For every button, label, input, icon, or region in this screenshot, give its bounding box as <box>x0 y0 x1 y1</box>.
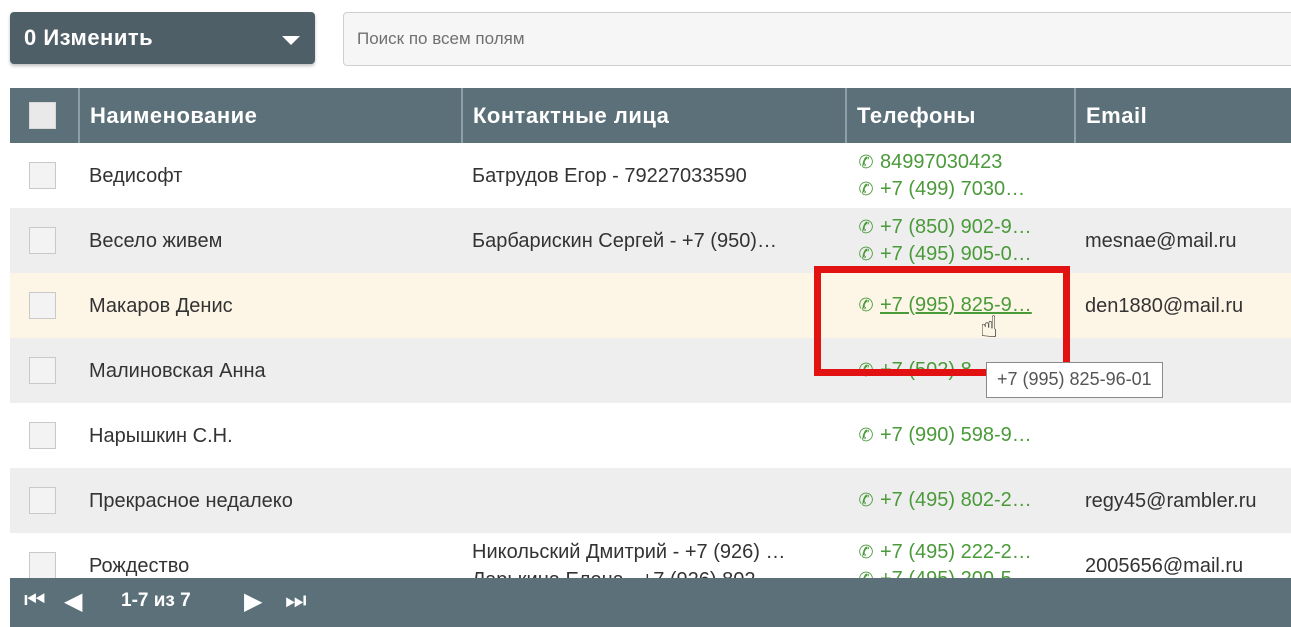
phone-entry: ✆ 84997030423 <box>856 149 1065 176</box>
bulk-edit-label: 0 Изменить <box>24 25 154 50</box>
phone-link[interactable]: +7 (495) 905-0… <box>880 243 1032 265</box>
name-cell: Весело живем <box>89 229 223 252</box>
row-checkbox[interactable] <box>29 487 56 515</box>
phone-icon: ✆ <box>858 541 874 562</box>
column-header-name[interactable]: Наименование <box>79 88 463 143</box>
column-header-phones[interactable]: Телефоны <box>846 88 1076 143</box>
row-select-cell <box>10 143 79 208</box>
table-row[interactable]: Весело живем Барбарискин Сергей - +7 (950… <box>10 208 1291 273</box>
phone-link[interactable]: +7 (499) 7030… <box>880 178 1025 200</box>
row-select-cell <box>10 403 79 468</box>
phone-entry: ✆ +7 (495) 222-2… <box>856 539 1065 566</box>
pagination-bar: ⏮ ◀ 1-7 из 7 ▶ ⏭ <box>10 578 1291 627</box>
phone-link[interactable]: +7 (495) 222-2… <box>880 541 1032 563</box>
table-row[interactable]: Прекрасное недалеко ✆ +7 (495) 802-2… regy4… <box>10 468 1291 533</box>
phone-link[interactable]: +7 (495) 802-2… <box>880 489 1032 511</box>
phone-entry: ✆ +7 (499) 7030… <box>856 176 1065 203</box>
row-checkbox[interactable] <box>29 357 56 385</box>
phone-tooltip: +7 (995) 825-96-01 <box>986 362 1163 398</box>
name-cell: Макаров Денис <box>89 294 233 317</box>
contacts-cell <box>462 468 846 533</box>
phone-entry: ✆ +7 (990) 598-9… <box>856 422 1065 449</box>
bulk-edit-dropdown-button[interactable]: 0 Изменить <box>10 12 315 64</box>
name-cell: Нарышкин С.Н. <box>89 424 233 447</box>
phone-icon: ✆ <box>858 216 874 237</box>
phone-link[interactable]: 84997030423 <box>880 151 1002 173</box>
hand-pointer-icon: ☝ <box>980 311 999 344</box>
contact-person: Барбарискин Сергей - +7 (950)… <box>472 229 777 252</box>
contact-person: Батрудов Егор - 79227033590 <box>472 164 747 187</box>
contact-person: Никольский Дмитрий - +7 (926) … <box>472 540 786 563</box>
name-cell: Прекрасное недалеко <box>89 489 293 512</box>
row-select-cell <box>10 273 79 338</box>
email-cell: den1880@mail.ru <box>1085 294 1244 317</box>
records-table: Наименование Контактные лица Телефоны Em… <box>10 88 1291 598</box>
column-header-email[interactable]: Email <box>1075 88 1291 143</box>
phone-entry: ✆ +7 (495) 905-0… <box>856 241 1065 268</box>
phone-icon: ✆ <box>858 243 874 264</box>
table-row[interactable]: Макаров Денис ✆ +7 (995) 825-9… den1880@mai… <box>10 273 1291 338</box>
table-row[interactable]: Нарышкин С.Н. ✆ +7 (990) 598-9… <box>10 403 1291 468</box>
email-cell <box>1075 143 1291 208</box>
email-cell: mesnae@mail.ru <box>1085 229 1237 252</box>
toolbar: 0 Изменить <box>0 0 1291 80</box>
phones-cell: ✆ +7 (850) 902-9… ✆ +7 (495) 905-0… <box>846 208 1075 273</box>
table-row[interactable]: Ведисофт Батрудов Егор - 79227033590 ✆ 8499… <box>10 143 1291 208</box>
phones-cell: ✆ 84997030423 ✆ +7 (499) 7030… <box>846 143 1075 208</box>
phone-entry: ✆ +7 (495) 802-2… <box>856 487 1065 514</box>
row-checkbox[interactable] <box>29 292 56 320</box>
phones-cell: ✆ +7 (495) 802-2… <box>846 468 1075 533</box>
contacts-cell: Барбарискин Сергей - +7 (950)… <box>462 208 846 273</box>
row-select-cell <box>10 468 79 533</box>
row-checkbox[interactable] <box>29 227 56 255</box>
column-header-contacts[interactable]: Контактные лица <box>462 88 847 143</box>
first-page-icon[interactable]: ⏮ <box>24 587 46 615</box>
email-cell: regy45@rambler.ru <box>1085 489 1257 512</box>
contacts-cell <box>462 338 846 403</box>
contacts-cell <box>462 403 846 468</box>
row-checkbox[interactable] <box>29 552 56 580</box>
row-select-cell <box>10 208 79 273</box>
row-checkbox[interactable] <box>29 162 56 190</box>
chevron-down-icon <box>282 36 300 45</box>
phone-entry: ✆ +7 (850) 902-9… <box>856 214 1065 241</box>
last-page-icon[interactable]: ⏭ <box>285 587 307 615</box>
phone-icon: ✆ <box>858 490 874 510</box>
phone-icon: ✆ <box>858 425 874 445</box>
prev-page-icon[interactable]: ◀ <box>64 587 82 616</box>
phone-icon: ✆ <box>858 178 874 199</box>
name-cell: Ведисофт <box>89 164 183 187</box>
contacts-cell <box>462 273 846 338</box>
select-all-header <box>10 88 80 143</box>
phones-cell: ✆ +7 (990) 598-9… <box>846 403 1075 468</box>
pagination-info: 1-7 из 7 <box>121 590 191 611</box>
name-cell: Малиновская Анна <box>89 359 266 382</box>
next-page-icon[interactable]: ▶ <box>244 587 262 616</box>
search-input[interactable] <box>343 12 1291 66</box>
phone-link[interactable]: +7 (990) 598-9… <box>880 424 1032 446</box>
phone-icon: ✆ <box>858 151 874 172</box>
row-checkbox[interactable] <box>29 422 56 450</box>
row-select-cell <box>10 338 79 403</box>
phone-link[interactable]: +7 (850) 902-9… <box>880 216 1032 238</box>
table-header: Наименование Контактные лица Телефоны Em… <box>10 88 1291 143</box>
highlight-box <box>814 266 1070 376</box>
email-cell <box>1075 403 1291 468</box>
contacts-cell: Батрудов Егор - 79227033590 <box>462 143 846 208</box>
select-all-checkbox[interactable] <box>29 102 56 130</box>
